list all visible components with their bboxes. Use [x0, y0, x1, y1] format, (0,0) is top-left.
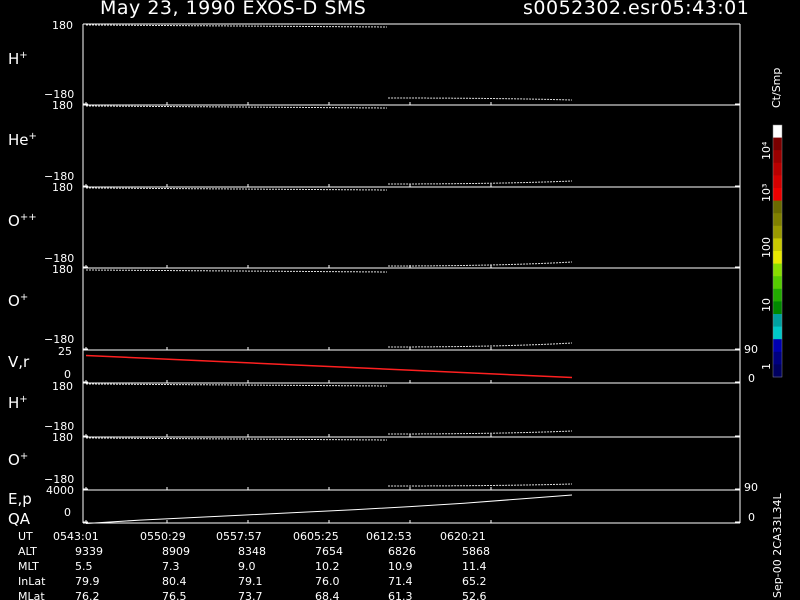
- colorbar-segment: [773, 150, 782, 164]
- ephemeris-cell: 7.3: [162, 560, 180, 573]
- colorbar-segment: [773, 175, 782, 189]
- ephemeris-row-label: MLat: [18, 590, 45, 600]
- ephemeris-cell: 7654: [315, 545, 343, 558]
- colorbar-segment: [773, 225, 782, 239]
- ephemeris-row-label: MLT: [18, 560, 39, 573]
- colorbar-segment: [773, 314, 782, 328]
- ep-series-line: [85, 494, 573, 524]
- coverage-trace: [85, 187, 388, 191]
- ephemeris-cell: 76.0: [315, 575, 340, 588]
- ephemeris-cell: 68.4: [315, 590, 340, 600]
- colorbar-segment: [773, 137, 782, 151]
- colorbar-segment: [773, 326, 782, 340]
- colorbar-tick: 100: [760, 237, 773, 258]
- ephemeris-cell: 9339: [75, 545, 103, 558]
- colorbar-segment: [773, 364, 782, 378]
- colorbar-tick: 10: [760, 298, 773, 312]
- ephemeris-cell: 8348: [238, 545, 266, 558]
- ephemeris-cell: 9.0: [238, 560, 256, 573]
- colorbar-segment: [773, 125, 782, 139]
- coverage-trace: [85, 24, 388, 28]
- ephemeris-cell: 0543:01: [53, 530, 99, 543]
- colorbar-segment: [773, 200, 782, 214]
- ephemeris-cell: 52.6: [462, 590, 487, 600]
- colorbar-segment: [773, 213, 782, 227]
- ephemeris-cell: 0550:29: [140, 530, 186, 543]
- ephemeris-cell: 80.4: [162, 575, 187, 588]
- ephemeris-cell: 6826: [388, 545, 416, 558]
- ephemeris-cell: 5868: [462, 545, 490, 558]
- ephemeris-cell: 76.2: [75, 590, 100, 600]
- colorbar-segment: [773, 263, 782, 277]
- ephemeris-cell: 73.7: [238, 590, 263, 600]
- colorbar-segment: [773, 162, 782, 176]
- ephemeris-cell: 8909: [162, 545, 190, 558]
- colorbar-segment: [773, 251, 782, 265]
- coverage-trace: [387, 180, 573, 185]
- ephemeris-row-label: UT: [18, 530, 33, 543]
- ephemeris-cell: 5.5: [75, 560, 93, 573]
- colorbar-tick: 1: [760, 363, 773, 370]
- ephemeris-row-label: ALT: [18, 545, 37, 558]
- ephemeris-row-label: InLat: [18, 575, 46, 588]
- ephemeris-cell: 76.5: [162, 590, 187, 600]
- ephemeris-cell: 79.1: [238, 575, 263, 588]
- coverage-trace: [387, 342, 573, 348]
- colorbar-segment: [773, 339, 782, 353]
- coverage-trace: [387, 430, 573, 435]
- plot-canvas: [82, 23, 783, 524]
- side-note: Sep-00 2CA33L34L: [771, 493, 784, 598]
- coverage-trace: [85, 437, 388, 441]
- coverage-trace: [85, 269, 388, 273]
- ephemeris-cell: 65.2: [462, 575, 487, 588]
- ephemeris-cell: 0605:25: [293, 530, 339, 543]
- colorbar-tick: 10³: [760, 183, 773, 202]
- colorbar-unit: Ct/Smp: [770, 67, 783, 108]
- colorbar-tick: 10⁴: [760, 141, 773, 160]
- colorbar-segment: [773, 301, 782, 315]
- vr-series-line: [85, 354, 573, 379]
- ephemeris-cell: 10.9: [388, 560, 413, 573]
- colorbar-segment: [773, 288, 782, 302]
- colorbar-segment: [773, 276, 782, 290]
- ephemeris-cell: 0612:53: [366, 530, 412, 543]
- ephemeris-cell: 11.4: [462, 560, 487, 573]
- ephemeris-cell: 0620:21: [440, 530, 486, 543]
- coverage-trace: [387, 261, 573, 267]
- ephemeris-cell: 79.9: [75, 575, 100, 588]
- plot-window: { "header": { "title": "May 23, 1990 EXO…: [0, 0, 800, 600]
- colorbar-segment: [773, 238, 782, 252]
- colorbar-segment: [773, 351, 782, 365]
- coverage-trace: [85, 383, 388, 387]
- ephemeris-cell: 10.2: [315, 560, 340, 573]
- ephemeris-cell: 71.4: [388, 575, 413, 588]
- coverage-trace: [85, 105, 388, 109]
- colorbar-segment: [773, 188, 782, 202]
- ephemeris-cell: 0557:57: [216, 530, 262, 543]
- coverage-trace: [387, 97, 573, 101]
- ephemeris-cell: 61.3: [388, 590, 413, 600]
- coverage-trace: [387, 483, 573, 487]
